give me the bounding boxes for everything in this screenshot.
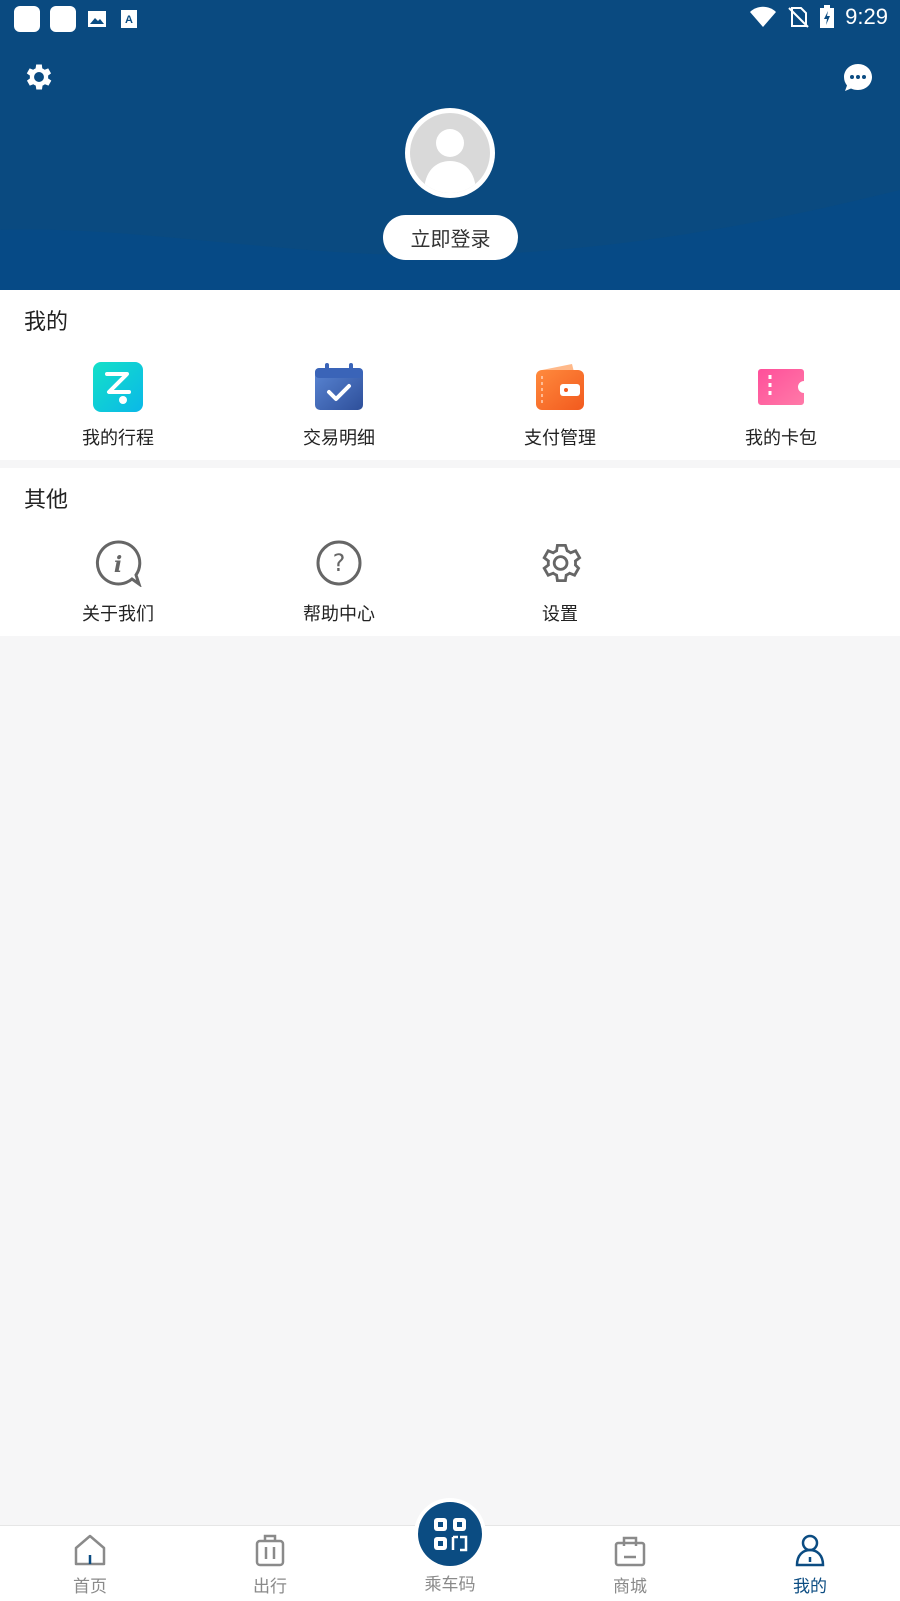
tab-label[interactable]: 乘车码 [390, 1570, 510, 1595]
grid-item-label: 我的行程 [82, 428, 154, 449]
default-avatar-icon [424, 129, 476, 193]
tab-travel[interactable]: 出行 [210, 1526, 330, 1601]
calendar-check-icon [312, 360, 366, 414]
home-icon [72, 1532, 108, 1568]
login-button[interactable]: 立即登录 [383, 215, 518, 260]
avatar[interactable] [405, 108, 495, 198]
trip-icon [91, 360, 145, 414]
notification-app-icon [50, 6, 76, 32]
grid-item-label: 支付管理 [524, 428, 596, 449]
wallet-icon [533, 360, 587, 414]
tab-mall[interactable]: 商城 [570, 1526, 690, 1601]
grid-item-transactions[interactable]: 交易明细 [259, 360, 419, 450]
status-bar: A 9:29 [0, 0, 900, 36]
wifi-icon [750, 6, 777, 27]
gear-icon [533, 536, 587, 590]
card-ticket-icon [754, 360, 808, 414]
svg-text:A: A [125, 14, 133, 26]
person-icon [792, 1532, 828, 1568]
tab-label: 首页 [73, 1577, 107, 1597]
grid-item-payment[interactable]: 支付管理 [480, 360, 640, 450]
text-notification-icon: A [118, 8, 140, 30]
no-sim-icon [788, 7, 809, 28]
section-title: 其他 [24, 488, 69, 513]
grid-item-card-wallet[interactable]: 我的卡包 [701, 360, 861, 450]
tab-home[interactable]: 首页 [30, 1526, 150, 1601]
profile-header: A 9:29 立即登录 [0, 0, 900, 290]
tab-mine[interactable]: 我的 [750, 1526, 870, 1601]
luggage-icon [252, 1532, 288, 1568]
other-section: 其他 i 关于我们 ? 帮助中心 设置 [0, 468, 900, 636]
grid-item-label: 帮助中心 [303, 604, 375, 625]
section-title: 我的 [24, 310, 69, 335]
tab-label: 出行 [253, 1577, 287, 1597]
help-icon: ? [312, 536, 366, 590]
notification-app-icon [14, 6, 40, 32]
grid-item-about-us[interactable]: i 关于我们 [38, 536, 198, 626]
tab-label: 我的 [793, 1577, 827, 1597]
qr-code-icon [434, 1518, 468, 1552]
clock: 9:29 [845, 4, 888, 29]
grid-item-label: 设置 [542, 604, 578, 625]
shopping-bag-icon [612, 1532, 648, 1568]
ride-code-button[interactable] [418, 1502, 482, 1566]
battery-charging-icon [820, 5, 835, 28]
grid-item-my-trips[interactable]: 我的行程 [38, 360, 198, 450]
svg-text:i: i [114, 552, 122, 578]
message-icon[interactable] [842, 62, 874, 94]
info-icon: i [91, 536, 145, 590]
image-notification-icon [86, 8, 108, 30]
my-section: 我的 我的行程 交易明细 支付管理 我的卡包 [0, 290, 900, 460]
grid-item-label: 交易明细 [303, 428, 375, 449]
grid-item-label: 关于我们 [82, 604, 154, 625]
grid-item-settings[interactable]: 设置 [480, 536, 640, 626]
grid-item-help-center[interactable]: ? 帮助中心 [259, 536, 419, 626]
tab-label: 商城 [613, 1577, 647, 1597]
svg-text:?: ? [333, 549, 346, 577]
grid-item-label: 我的卡包 [745, 428, 817, 449]
settings-gear-icon[interactable] [22, 60, 56, 94]
